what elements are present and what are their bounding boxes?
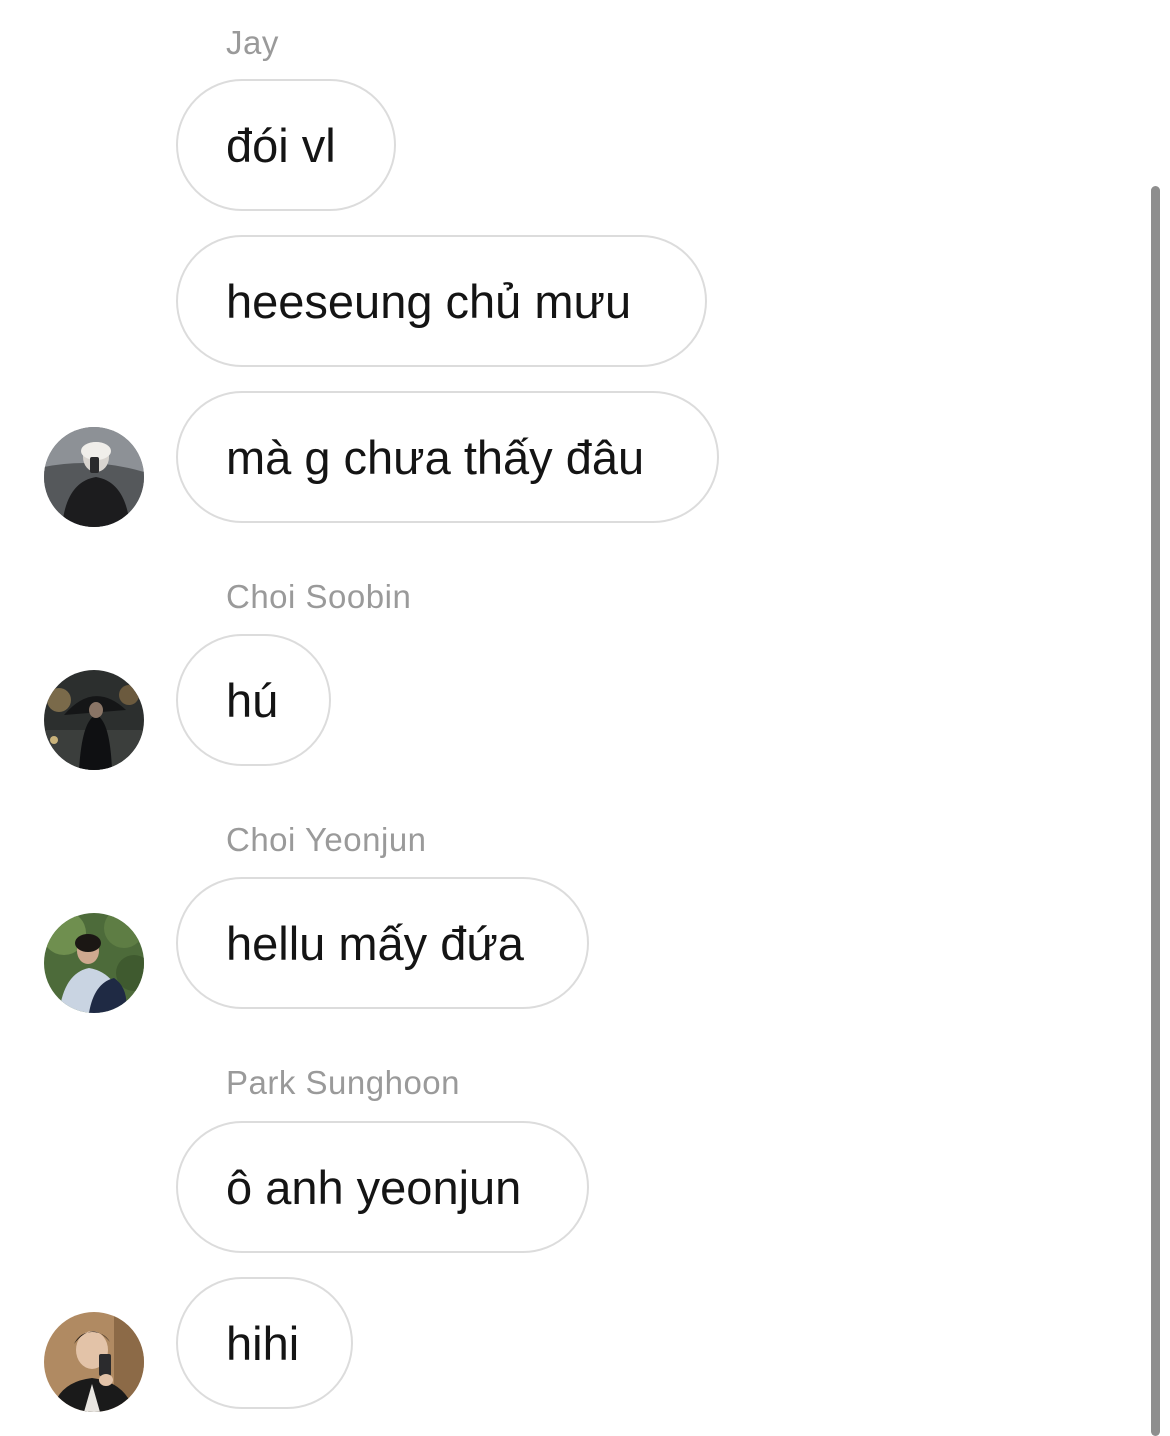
avatar-jay[interactable]	[44, 427, 144, 527]
avatar-choi-soobin-image	[44, 670, 144, 770]
message-bubble[interactable]: mà g chưa thấy đâu	[176, 391, 719, 523]
scrollbar[interactable]	[1151, 186, 1160, 1436]
avatar-jay-image	[44, 427, 144, 527]
message-bubble[interactable]: heeseung chủ mưu	[176, 235, 707, 367]
avatar-choi-yeonjun-image	[44, 913, 144, 1013]
message-bubble[interactable]: ô anh yeonjun	[176, 1121, 589, 1253]
message-bubble[interactable]: hú	[176, 634, 331, 766]
avatar-choi-soobin[interactable]	[44, 670, 144, 770]
avatar-park-sunghoon[interactable]	[44, 1312, 144, 1412]
avatar-choi-yeonjun[interactable]	[44, 913, 144, 1013]
message-bubble[interactable]: hellu mấy đứa	[176, 877, 589, 1009]
sender-name-choi-yeonjun: Choi Yeonjun	[226, 821, 427, 858]
avatar-park-sunghoon-image	[44, 1312, 144, 1412]
sender-name-jay: Jay	[226, 24, 279, 61]
message-bubble[interactable]: đói vl	[176, 79, 396, 211]
sender-name-choi-soobin: Choi Soobin	[226, 578, 412, 615]
sender-name-park-sunghoon: Park Sunghoon	[226, 1064, 461, 1101]
message-bubble[interactable]: hihi	[176, 1277, 353, 1409]
